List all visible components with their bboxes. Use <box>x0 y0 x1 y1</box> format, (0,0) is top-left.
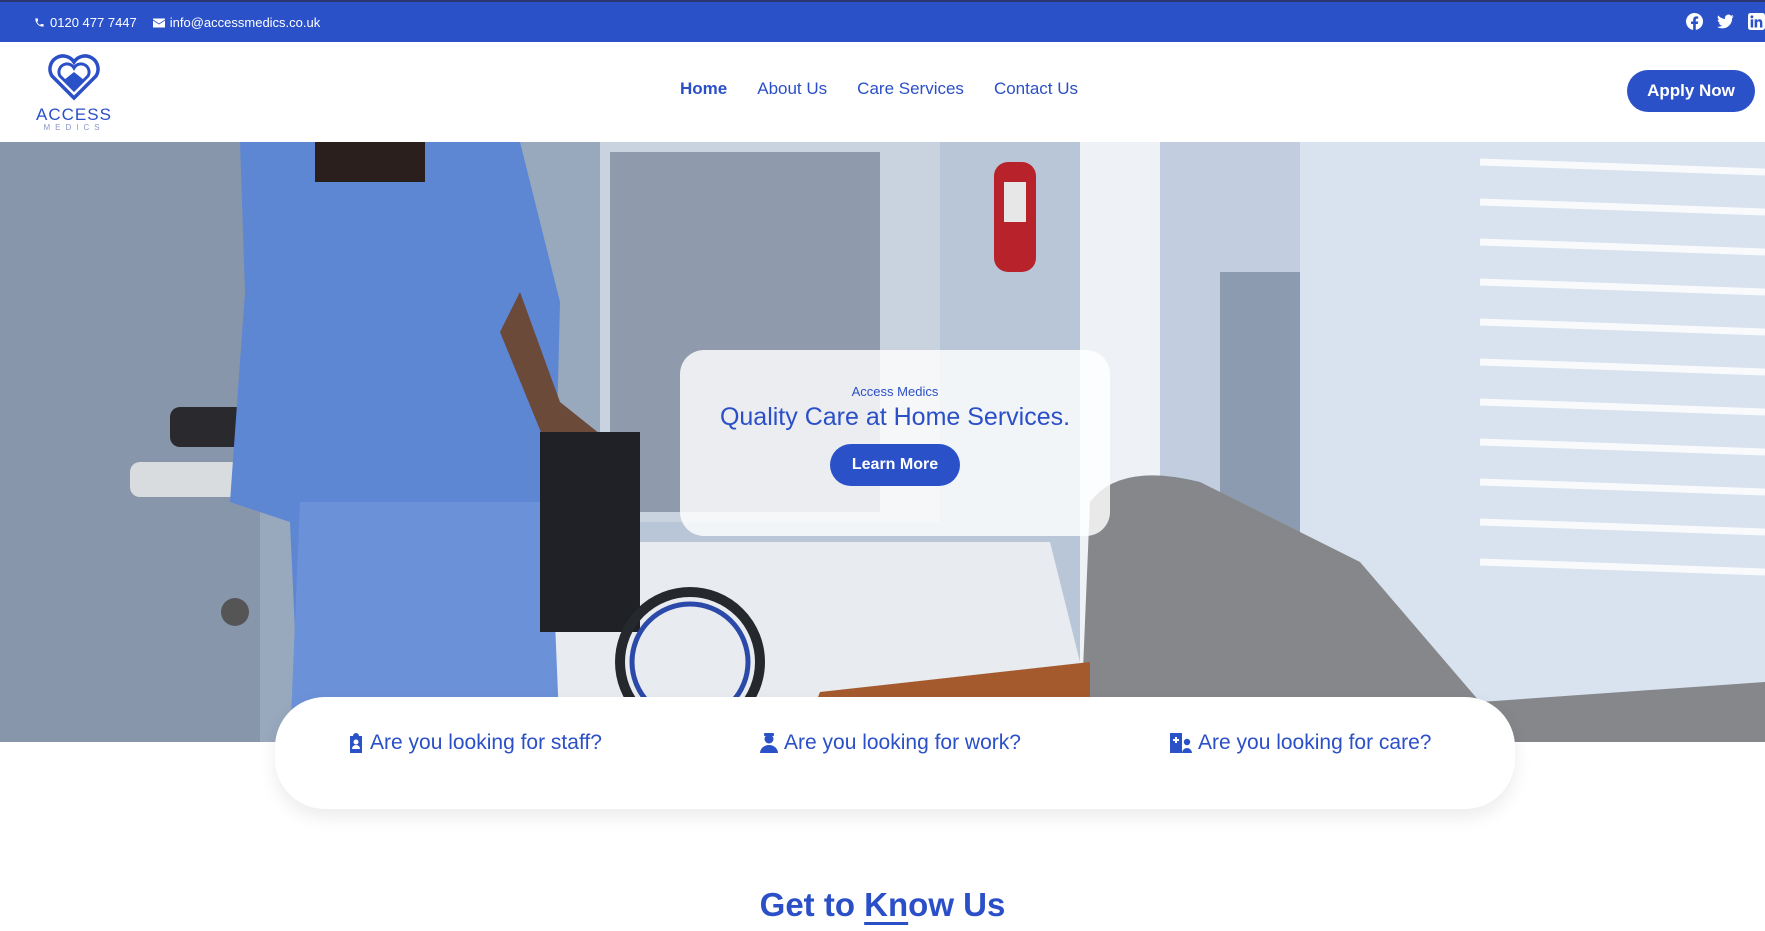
twitter-icon[interactable] <box>1717 13 1734 30</box>
facebook-icon[interactable] <box>1686 13 1703 30</box>
hero-headline: Quality Care at Home Services. <box>719 403 1071 431</box>
looking-for-care-label: Are you looking for care? <box>1198 731 1432 754</box>
linkedin-icon[interactable] <box>1748 13 1765 30</box>
top-contact-bar: 0120 477 7447 info@accessmedics.co.uk <box>0 0 1765 42</box>
contact-info: 0120 477 7447 info@accessmedics.co.uk <box>34 15 320 30</box>
heading-underlined-part: Kn <box>864 886 909 923</box>
looking-for-work-link[interactable]: Are you looking for work? <box>760 731 1021 755</box>
logo[interactable]: ACCESS MEDICS <box>34 54 114 132</box>
logo-wordmark: ACCESS <box>36 105 112 124</box>
social-links <box>1686 13 1765 30</box>
heart-logo-icon <box>48 54 100 101</box>
nav-item-about-us[interactable]: About Us <box>757 79 827 99</box>
hospital-user-icon <box>1170 733 1192 753</box>
hero-section: Access Medics Quality Care at Home Servi… <box>0 142 1765 742</box>
apply-now-button[interactable]: Apply Now <box>1627 70 1755 112</box>
email-text: info@accessmedics.co.uk <box>169 15 321 30</box>
email-link[interactable]: info@accessmedics.co.uk <box>152 15 321 30</box>
looking-for-work-label: Are you looking for work? <box>784 731 1021 754</box>
main-nav: Home About Us Care Services Contact Us <box>680 79 1078 99</box>
hero-eyebrow: Access Medics <box>851 384 939 399</box>
hero-card: Access Medics Quality Care at Home Servi… <box>680 350 1110 536</box>
heading-part-1: Get to <box>759 886 865 923</box>
phone-link[interactable]: 0120 477 7447 <box>34 15 137 30</box>
nav-item-contact-us[interactable]: Contact Us <box>994 79 1078 99</box>
looking-for-care-link[interactable]: Are you looking for care? <box>1170 731 1431 755</box>
quick-links-bar: Are you looking for staff? Are you looki… <box>275 697 1515 809</box>
clipboard-user-icon <box>350 733 362 753</box>
heading-part-2: ow Us <box>908 886 1006 923</box>
user-nurse-icon <box>760 733 778 753</box>
envelope-icon <box>152 18 165 27</box>
logo-subtitle: MEDICS <box>43 123 105 132</box>
nav-item-home[interactable]: Home <box>680 79 727 99</box>
phone-icon <box>35 18 44 27</box>
nav-item-care-services[interactable]: Care Services <box>857 79 964 99</box>
phone-text: 0120 477 7447 <box>50 15 137 30</box>
site-header: ACCESS MEDICS Home About Us Care Service… <box>0 42 1765 142</box>
section-heading-get-to-know-us: Get to Know Us <box>0 886 1765 924</box>
learn-more-button[interactable]: Learn More <box>830 444 960 486</box>
looking-for-staff-label: Are you looking for staff? <box>370 731 602 754</box>
looking-for-staff-link[interactable]: Are you looking for staff? <box>348 731 602 755</box>
